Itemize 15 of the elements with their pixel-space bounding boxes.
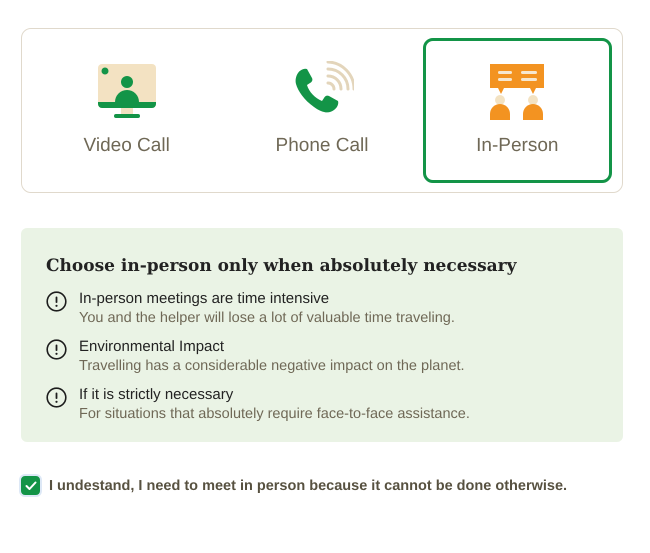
checkbox[interactable] xyxy=(21,476,40,495)
item-description: For situations that absolutely require face-to-face assistance. xyxy=(79,406,470,422)
conversation-icon xyxy=(488,61,546,123)
exclamation-icon xyxy=(46,291,67,312)
exclamation-icon xyxy=(46,387,67,408)
notice-title: Choose in-person only when absolutely necessary xyxy=(46,256,518,276)
check-icon xyxy=(24,480,36,490)
item-title: In-person meetings are time intensive xyxy=(79,290,330,307)
item-title: If it is strictly necessary xyxy=(79,386,234,403)
item-description: Travelling has a considerable negative impact on the planet. xyxy=(79,358,465,374)
checkbox-label: I undestand, I need to meet in person because it cannot be done otherwise. xyxy=(49,478,568,494)
exclamation-icon xyxy=(46,339,67,360)
item-title: Environmental Impact xyxy=(79,338,226,355)
option-tile[interactable]: In-Person xyxy=(422,38,612,183)
item-description: You and the helper will lose a lot of valuable time traveling. xyxy=(79,310,455,326)
